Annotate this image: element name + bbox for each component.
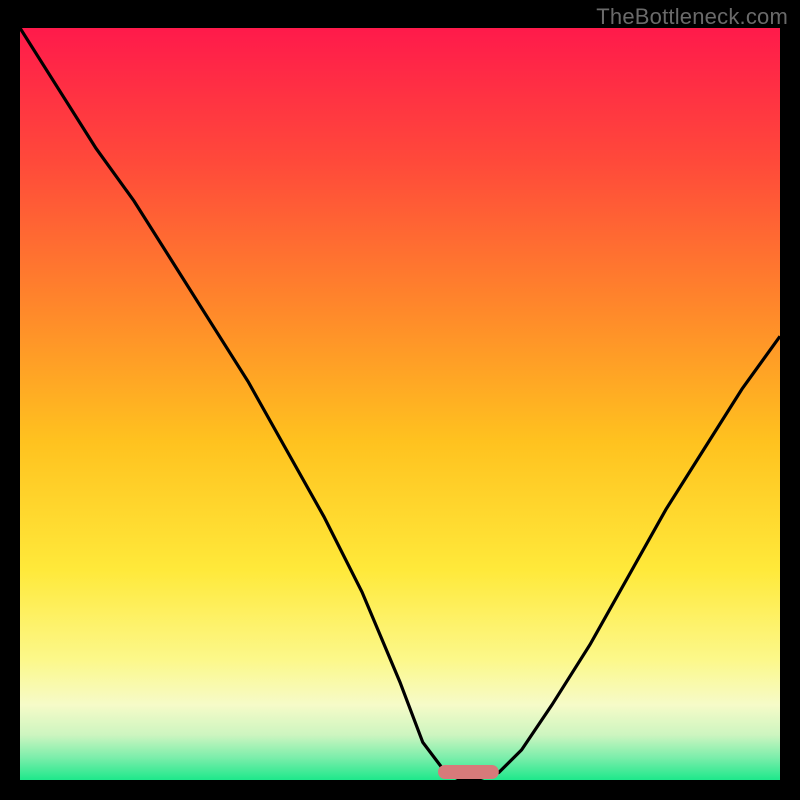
chart-svg [20,28,780,780]
bottleneck-chart [20,28,780,780]
chart-frame: TheBottleneck.com [0,0,800,800]
gradient-background [20,28,780,780]
watermark-text: TheBottleneck.com [596,4,788,30]
optimal-range-marker [438,765,499,779]
